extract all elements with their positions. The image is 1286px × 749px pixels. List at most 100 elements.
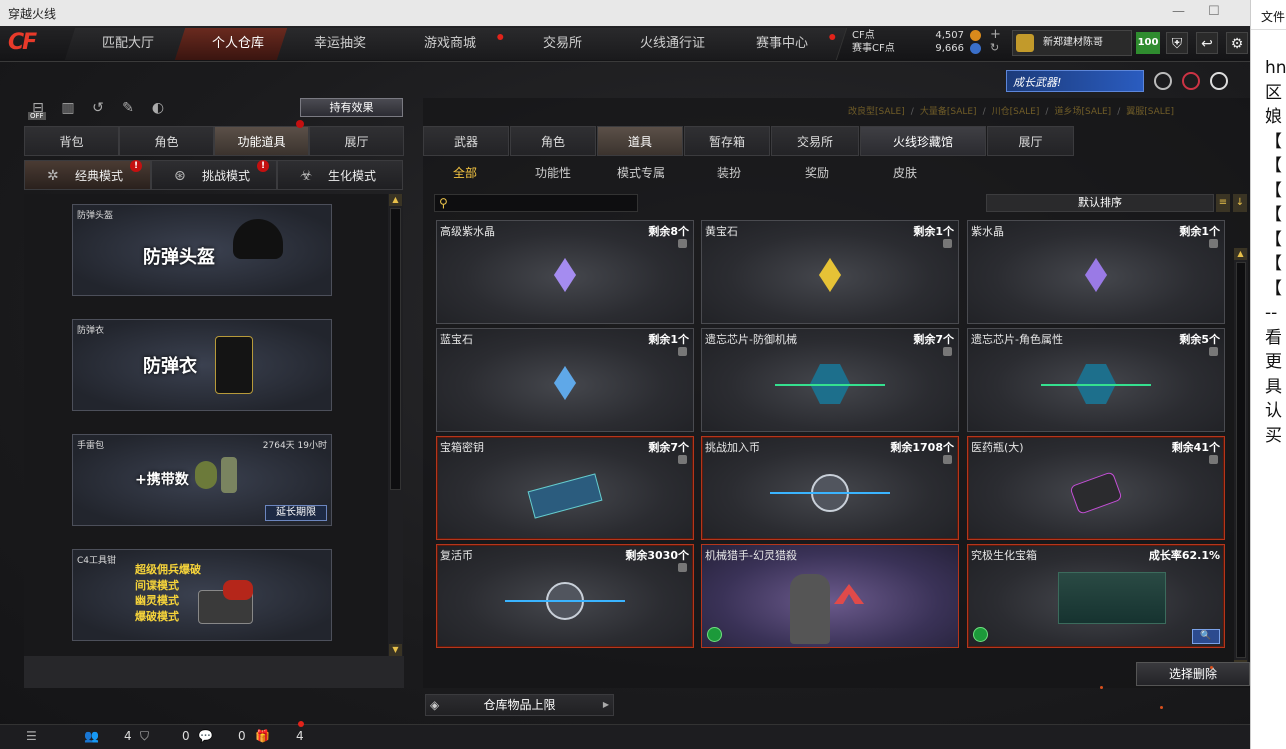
side-doc-body: hn 区娘【【【【【【【-- 看更具认买	[1251, 0, 1286, 448]
cf-point-value: 4,507	[935, 30, 964, 41]
lock-icon[interactable]	[678, 563, 687, 572]
item-card-vest[interactable]: 防弹衣 防弹衣	[72, 319, 332, 411]
lock-icon[interactable]	[1209, 455, 1218, 464]
lock-icon[interactable]	[1209, 347, 1218, 356]
item-card[interactable]: 高级紫水晶 剩余8个	[436, 220, 694, 324]
shield-icon[interactable]: ⛉	[140, 729, 149, 744]
nav-tab[interactable]: 幸运抽奖	[276, 28, 406, 60]
cf-values: 4,507 9,666	[920, 29, 964, 55]
item-card[interactable]: 挑战加入币 剩余1708个	[701, 436, 959, 540]
badge-icon[interactable]	[1210, 72, 1228, 90]
nav-tab[interactable]: 游戏商城	[386, 28, 516, 60]
gift-icon[interactable]: 🎁	[255, 729, 270, 743]
sort-direction-icon[interactable]: ↓	[1233, 194, 1247, 212]
item-card[interactable]: 宝箱密钥 剩余7个	[436, 436, 694, 540]
lock-icon[interactable]	[678, 239, 687, 248]
item-card[interactable]: 遗忘芯片-角色属性 剩余5个	[967, 328, 1225, 432]
off-toggle-icon[interactable]: ⊟ OFF	[28, 100, 48, 120]
add-cf-icon[interactable]: +	[990, 27, 1001, 42]
item-card[interactable]: 紫水晶 剩余1个	[967, 220, 1225, 324]
growth-weapon-banner[interactable]: 成长武器!	[1006, 70, 1144, 92]
right-tab[interactable]: 交易所	[771, 126, 859, 156]
maximize-icon[interactable]: ☐	[1208, 4, 1220, 19]
list-view-icon[interactable]: ≡	[1216, 194, 1230, 212]
item-card-grenade-pack[interactable]: 手雷包 2764天 19小时 +携带数 延长期限	[72, 434, 332, 526]
item-card[interactable]: 🔍 究极生化宝箱 成长率62.1%	[967, 544, 1225, 648]
item-card[interactable]: 黄宝石 剩余1个	[701, 220, 959, 324]
mouse-icon[interactable]: ◐	[148, 100, 168, 120]
item-card[interactable]: 复活币 剩余3030个	[436, 544, 694, 648]
star-icon: ✲	[47, 168, 59, 184]
right-tab[interactable]: 道具	[597, 126, 683, 156]
subtab[interactable]: 奖励	[805, 164, 829, 181]
subtab[interactable]: 装扮	[717, 164, 741, 181]
ember-decoration	[1160, 706, 1163, 709]
left-tab[interactable]: 展厅	[309, 126, 404, 156]
lock-icon[interactable]	[943, 347, 952, 356]
item-card[interactable]: 蓝宝石 剩余1个	[436, 328, 694, 432]
scroll-down-icon[interactable]: ▼	[389, 644, 402, 656]
right-tab[interactable]: 暂存箱	[684, 126, 770, 156]
user-profile[interactable]: 新郑建材陈哥	[1012, 30, 1132, 56]
history-icon[interactable]: ↺	[88, 100, 108, 120]
scroll-up-icon[interactable]: ▲	[1234, 248, 1247, 260]
chat-icon[interactable]: 💬	[198, 729, 213, 743]
item-card-c4-pliers[interactable]: C4工具钳 超级佣兵爆破 间谍模式 幽灵模式 爆破模式	[72, 549, 332, 641]
lock-icon[interactable]	[678, 347, 687, 356]
gear-icon[interactable]: ⚙	[1226, 32, 1248, 54]
bio-chest-icon	[1058, 572, 1166, 624]
item-card[interactable]: 机械猎手-幻灵猎殺	[701, 544, 959, 648]
right-tab[interactable]: 展厅	[987, 126, 1074, 156]
item-card-helmet[interactable]: 防弹头盔 防弹头盔	[72, 204, 332, 296]
extend-period-button[interactable]: 延长期限	[265, 505, 327, 521]
mode-tab[interactable]: ☣ 生化模式	[277, 160, 403, 190]
rank-shield-icon[interactable]: ⛨	[1166, 32, 1188, 54]
lock-icon[interactable]	[1209, 239, 1218, 248]
sort-dropdown[interactable]: 默认排序	[986, 194, 1214, 212]
lock-icon[interactable]	[678, 455, 687, 464]
hold-effect-button[interactable]: 持有效果	[300, 98, 403, 117]
scroll-thumb[interactable]	[1236, 262, 1246, 658]
friends-icon[interactable]: 👥	[84, 729, 99, 743]
growth-badge-icon	[707, 627, 722, 642]
subtab[interactable]: 全部	[453, 164, 477, 181]
nav-tab-label: 个人仓库	[212, 36, 265, 51]
select-delete-button[interactable]: 选择删除	[1136, 662, 1250, 686]
left-tab[interactable]: 角色	[119, 126, 214, 156]
item-card[interactable]: 医药瓶(大) 剩余41个	[967, 436, 1225, 540]
search-input[interactable]: ⚲	[434, 194, 638, 212]
c4-mode-line: 间谍模式	[135, 578, 179, 592]
right-tab[interactable]: 火线珍藏馆	[860, 126, 986, 156]
spray-icon[interactable]: ✎	[118, 100, 138, 120]
menu-list-icon[interactable]: ☰	[26, 729, 37, 743]
stack-icon: ◈	[430, 698, 440, 712]
subtab[interactable]: 模式专属	[617, 164, 665, 181]
nav-tab[interactable]: 火线通行证	[608, 28, 738, 60]
globe-icon[interactable]	[1182, 72, 1200, 90]
refresh-icon[interactable]: ↻	[990, 41, 999, 54]
lock-icon[interactable]	[943, 455, 952, 464]
shield-count: 0	[182, 729, 190, 743]
subtab[interactable]: 功能性	[535, 164, 571, 181]
left-tab[interactable]: 背包	[24, 126, 119, 156]
nav-tab[interactable]: 匹配大厅	[64, 28, 194, 60]
capacity-button[interactable]: ◈ 仓库物品上限 ▶	[425, 694, 614, 716]
right-tab[interactable]: 武器	[423, 126, 509, 156]
item-name: C4工具钳	[77, 556, 117, 566]
nav-tab[interactable]: 赛事中心	[718, 28, 848, 60]
left-tab[interactable]: 功能道具	[214, 126, 309, 156]
magnify-button[interactable]: 🔍	[1192, 629, 1220, 644]
lock-icon[interactable]	[943, 239, 952, 248]
scroll-up-icon[interactable]: ▲	[389, 194, 402, 206]
emblem-icon[interactable]	[1154, 72, 1172, 90]
minimize-icon[interactable]: —	[1172, 4, 1185, 19]
exit-icon[interactable]: ↩	[1196, 32, 1218, 54]
left-scrollbar[interactable]: ▲ ▼	[388, 194, 403, 656]
right-scrollbar[interactable]: ▲ ▼	[1234, 248, 1248, 672]
stats-icon[interactable]: ▥	[58, 100, 78, 120]
scroll-thumb[interactable]	[390, 208, 401, 490]
nav-tab[interactable]: 交易所	[498, 28, 628, 60]
right-tab[interactable]: 角色	[510, 126, 596, 156]
item-card[interactable]: 遗忘芯片-防御机械 剩余7个	[701, 328, 959, 432]
subtab[interactable]: 皮肤	[893, 164, 917, 181]
